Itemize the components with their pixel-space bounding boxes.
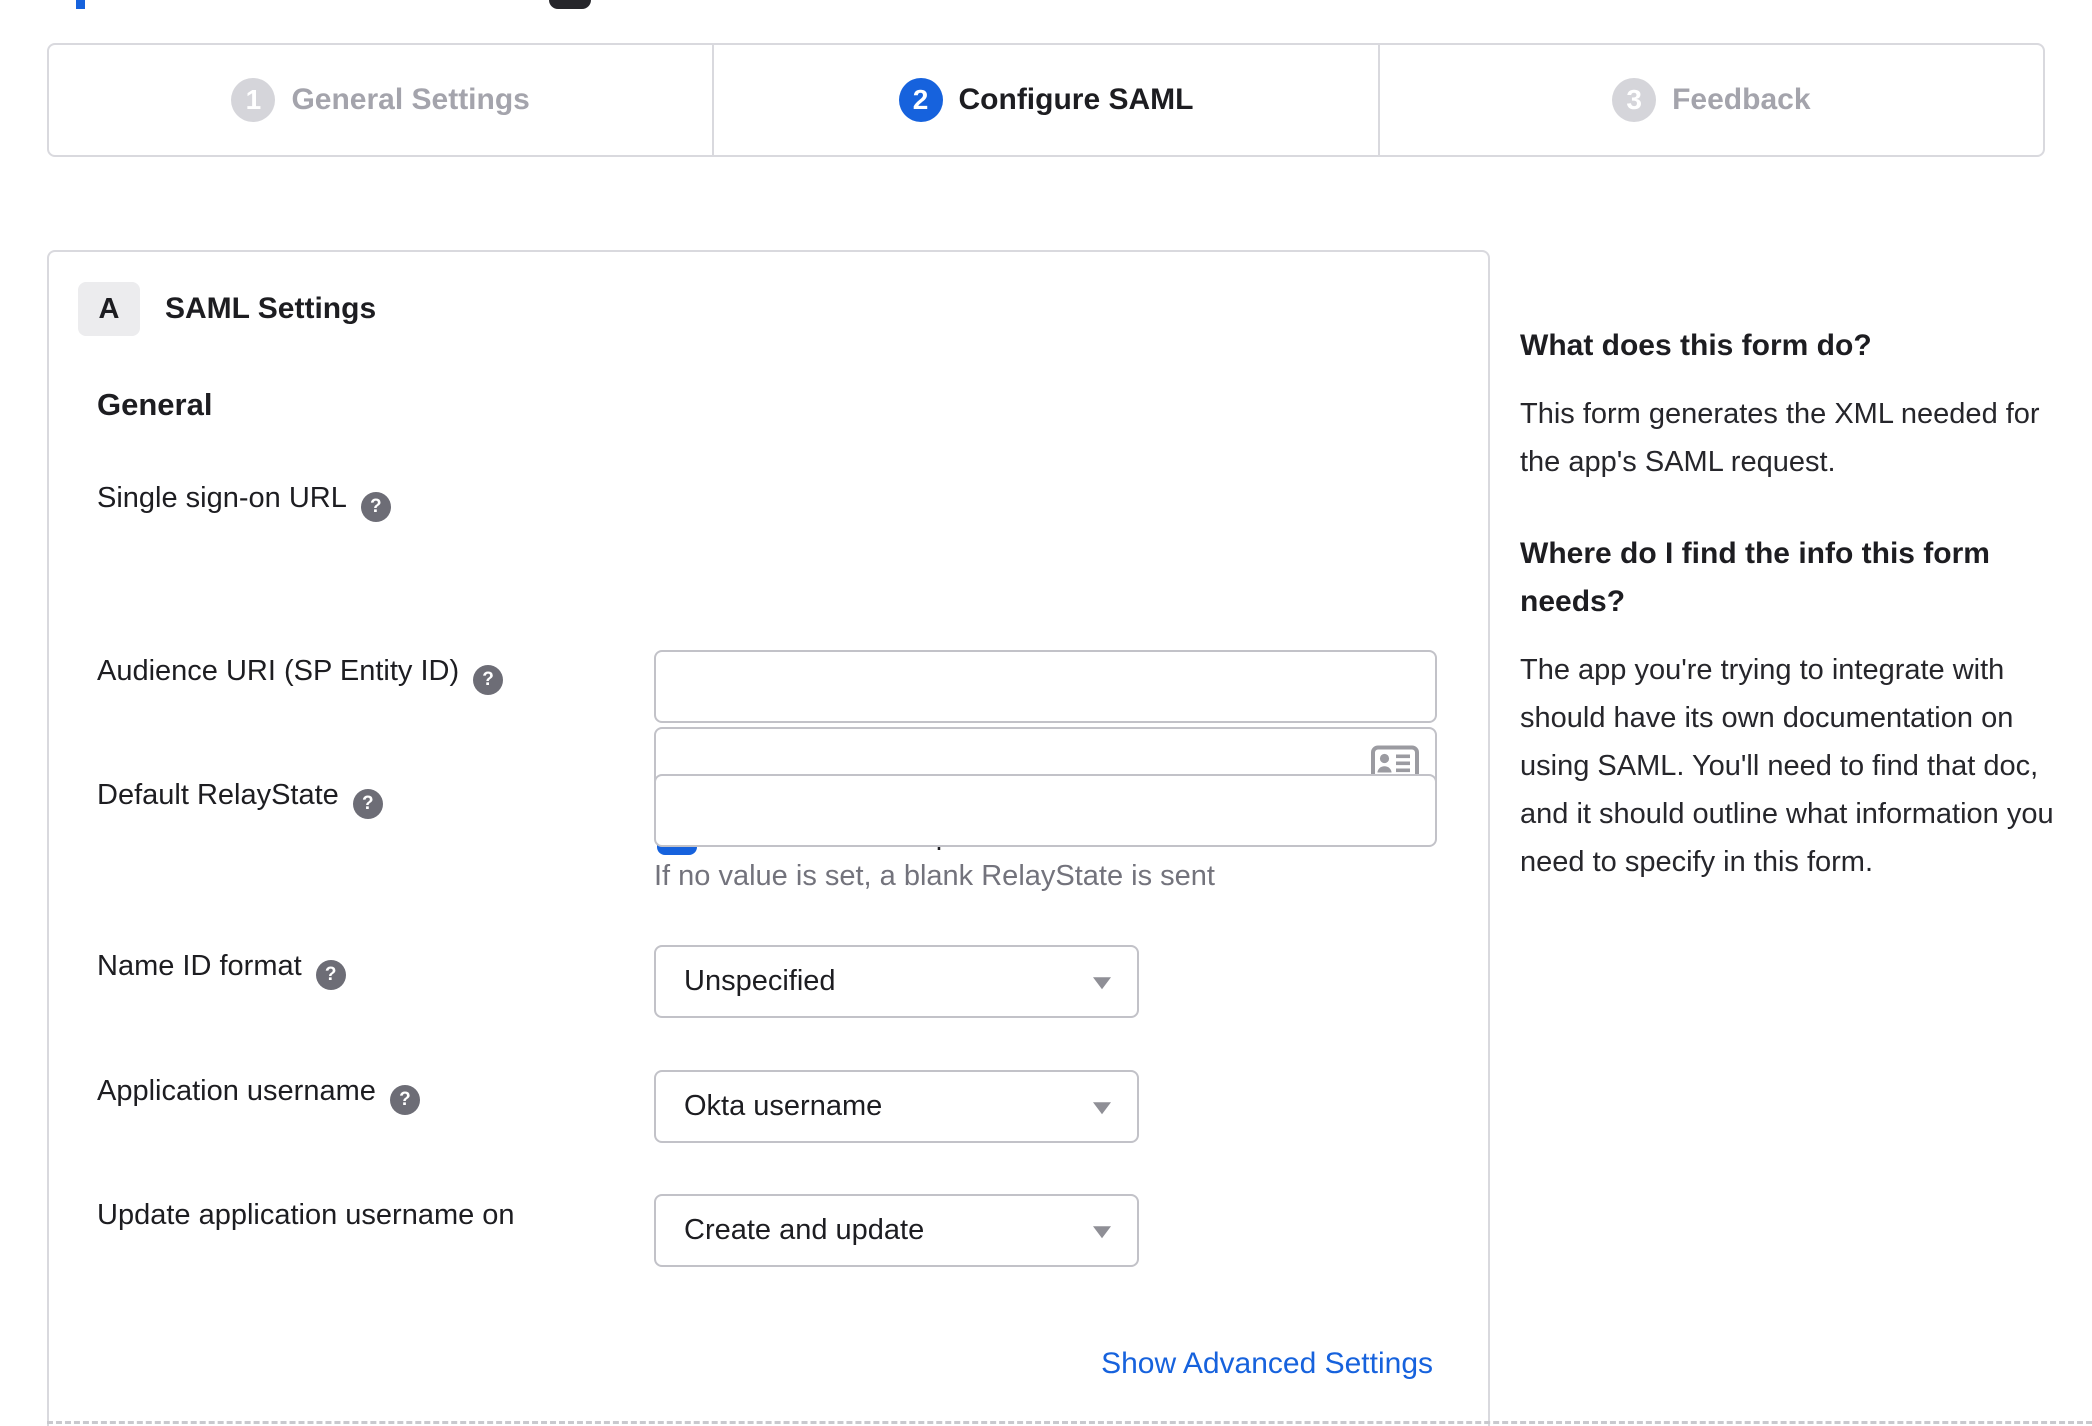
- relaystate-label: Default RelayState?: [97, 779, 383, 819]
- section-a-badge: A: [78, 282, 140, 336]
- sidebar-heading-2: Where do I find the info this form needs…: [1520, 537, 1990, 618]
- configure-saml-page: 1 General Settings 2 Configure SAML 3 Fe…: [0, 0, 2092, 1426]
- cutoff-active-tab-underline-fragment: [76, 0, 85, 9]
- sso-url-label-text: Single sign-on URL: [97, 482, 347, 514]
- general-section-title: General: [97, 387, 213, 422]
- help-icon[interactable]: ?: [360, 492, 391, 522]
- help-icon[interactable]: ?: [389, 1085, 420, 1115]
- relaystate-helper-text: If no value is set, a blank RelayState i…: [654, 860, 1215, 892]
- audience-uri-label: Audience URI (SP Entity ID)?: [97, 655, 504, 695]
- step-2-badge: 2: [898, 78, 943, 122]
- audience-uri-input[interactable]: [654, 650, 1437, 723]
- update-username-value: Create and update: [684, 1214, 925, 1246]
- app-username-label-text: Application username: [97, 1075, 376, 1107]
- app-username-value: Okta username: [684, 1090, 883, 1122]
- audience-uri-label-text: Audience URI (SP Entity ID): [97, 655, 460, 687]
- sso-url-label: Single sign-on URL?: [97, 482, 391, 522]
- dropdown-arrow-icon: [1093, 1225, 1111, 1238]
- name-id-format-label: Name ID format?: [97, 950, 346, 990]
- sidebar-paragraph-2: The app you're trying to integrate with …: [1520, 654, 2054, 878]
- step-feedback[interactable]: 3 Feedback: [1377, 45, 2043, 155]
- sidebar-paragraph-1: This form generates the XML needed for t…: [1520, 398, 2040, 478]
- relaystate-input-wrap: [654, 774, 1437, 847]
- step-configure-saml[interactable]: 2 Configure SAML: [712, 45, 1377, 155]
- saml-settings-panel: A SAML Settings General Single sign-on U…: [47, 250, 1490, 1426]
- section-divider-dashed: [47, 1421, 2092, 1424]
- panel-title: SAML Settings: [165, 292, 377, 325]
- app-username-label: Application username?: [97, 1075, 420, 1115]
- name-id-format-value: Unspecified: [684, 965, 836, 997]
- sidebar-heading-1: What does this form do?: [1520, 329, 1872, 362]
- help-sidebar: What does this form do? This form genera…: [1520, 322, 2055, 930]
- help-icon[interactable]: ?: [473, 665, 504, 695]
- relaystate-input[interactable]: [654, 774, 1437, 847]
- wizard-stepper: 1 General Settings 2 Configure SAML 3 Fe…: [47, 43, 2045, 157]
- name-id-format-select[interactable]: Unspecified: [654, 945, 1139, 1018]
- audience-uri-input-wrap: [654, 650, 1437, 723]
- dropdown-arrow-icon: [1093, 976, 1111, 989]
- help-icon[interactable]: ?: [315, 960, 346, 990]
- app-username-select[interactable]: Okta username: [654, 1070, 1139, 1143]
- name-id-format-label-text: Name ID format: [97, 950, 302, 982]
- update-username-label: Update application username on: [97, 1199, 515, 1232]
- step-2-label: Configure SAML: [958, 83, 1194, 116]
- relaystate-label-text: Default RelayState: [97, 779, 339, 811]
- update-username-label-text: Update application username on: [97, 1199, 515, 1231]
- step-3-label: Feedback: [1672, 83, 1811, 116]
- step-general-settings[interactable]: 1 General Settings: [49, 45, 712, 155]
- step-1-label: General Settings: [291, 83, 530, 116]
- update-username-select[interactable]: Create and update: [654, 1194, 1139, 1267]
- show-advanced-settings-link[interactable]: Show Advanced Settings: [1101, 1347, 1433, 1381]
- step-3-badge: 3: [1612, 78, 1657, 122]
- help-icon[interactable]: ?: [352, 789, 383, 819]
- step-1-badge: 1: [231, 78, 276, 122]
- dropdown-arrow-icon: [1093, 1101, 1111, 1114]
- cutoff-dark-element-fragment: [549, 0, 591, 9]
